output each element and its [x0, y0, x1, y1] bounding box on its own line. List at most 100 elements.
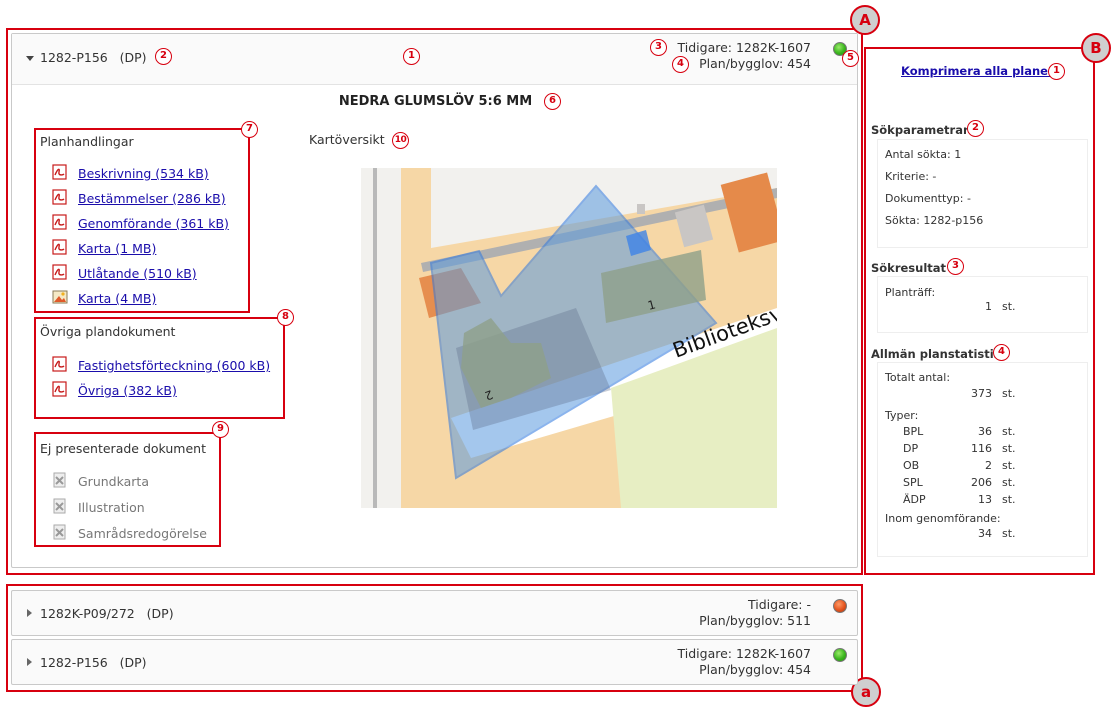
document-label[interactable]: Karta (1 MB) [78, 241, 156, 256]
pdf-icon [52, 356, 68, 375]
search-parameter-line: Antal sökta: 1 [885, 148, 962, 161]
plan-tidigare: Tidigare: 1282K-1607 [677, 646, 811, 661]
plan-map[interactable]: 1 2 Biblioteksvä [361, 168, 777, 508]
expand-chevron-icon[interactable] [27, 609, 32, 617]
document-label[interactable]: Karta (4 MB) [78, 291, 156, 306]
document-label[interactable]: Övriga (382 kB) [78, 383, 177, 398]
type-value: 116 [971, 442, 992, 455]
type-unit: st. [1002, 476, 1016, 489]
document-item[interactable]: Beskrivning (534 kB) [52, 164, 209, 183]
pdf-icon [52, 214, 68, 233]
type-name: DP [903, 442, 919, 455]
status-indicator-icon [833, 648, 847, 662]
type-unit: st. [1002, 493, 1016, 506]
document-item[interactable]: Karta (1 MB) [52, 239, 156, 258]
annotation-10: 10 [392, 132, 409, 149]
plan-tidigare: Tidigare: - [748, 597, 811, 612]
plan-bygglov: Plan/bygglov: 454 [699, 56, 811, 71]
missing-document-icon [52, 498, 68, 517]
planträff-value: 1 [985, 300, 992, 313]
type-unit: st. [1002, 442, 1016, 455]
annotation-6: 6 [544, 93, 561, 110]
map-building-small [637, 204, 645, 214]
document-item: Samrådsredogörelse [52, 524, 207, 543]
document-item: Illustration [52, 498, 145, 517]
collapse-chevron-icon[interactable] [26, 56, 34, 61]
type-value: 206 [971, 476, 992, 489]
missing-document-icon [52, 472, 68, 491]
compress-all-link[interactable]: Komprimera alla planer [901, 64, 1054, 78]
map-road-left [361, 168, 401, 508]
plan-meta: Tidigare: 1282K-1607 Plan/bygglov: 454 [678, 646, 811, 678]
type-value: 13 [978, 493, 992, 506]
plan-meta: Tidigare: 1282K-1607 Plan/bygglov: 454 [678, 40, 811, 72]
document-label[interactable]: Bestämmelser (286 kB) [78, 191, 226, 206]
pdf-icon [52, 189, 68, 208]
plan-code: 1282K-P09/272 (DP) [40, 606, 174, 621]
statistik-title: Allmän planstatistik [871, 347, 1002, 361]
document-label[interactable]: Genomförande (361 kB) [78, 216, 229, 231]
annotation-3: 3 [650, 39, 667, 56]
plan-title: NEDRA GLUMSLÖV 5:6 MM [338, 94, 533, 109]
genomforande-value: 34 [978, 527, 992, 540]
pdf-icon [52, 239, 68, 258]
document-item[interactable]: Utlåtande (510 kB) [52, 264, 197, 283]
annotation-7: 7 [241, 121, 258, 138]
genomforande-unit: st. [1002, 527, 1016, 540]
sokresultat-title: Sökresultat [871, 261, 947, 275]
region-a-badge: A [850, 5, 880, 35]
plan-tidigare: Tidigare: 1282K-1607 [677, 40, 811, 55]
totalt-label: Totalt antal: [885, 371, 951, 384]
type-name: ÄDP [903, 493, 926, 506]
image-icon [52, 289, 68, 308]
type-value: 2 [985, 459, 992, 472]
pdf-icon [52, 164, 68, 183]
search-parameter-line: Sökta: 1282-p156 [885, 214, 984, 227]
plan-code: 1282-P156 (DP) [40, 655, 147, 670]
plan-bygglov: Plan/bygglov: 454 [699, 662, 811, 677]
type-unit: st. [1002, 459, 1016, 472]
document-label: Illustration [78, 500, 145, 515]
type-name: SPL [903, 476, 923, 489]
planträff-label: Planträff: [885, 286, 936, 299]
document-item[interactable]: Fastighetsförteckning (600 kB) [52, 356, 270, 375]
document-label[interactable]: Utlåtande (510 kB) [78, 266, 197, 281]
type-name: BPL [903, 425, 924, 438]
type-unit: st. [1002, 425, 1016, 438]
sokparametrar-title: Sökparametrar [871, 123, 969, 137]
side-annotation-3: 3 [947, 258, 964, 275]
genomforande-label: Inom genomförande: [885, 512, 1001, 525]
document-label: Grundkarta [78, 474, 149, 489]
plan-bygglov: Plan/bygglov: 511 [699, 613, 811, 628]
annotation-8: 8 [277, 309, 294, 326]
annotation-4: 4 [672, 56, 689, 73]
annotation-2: 2 [155, 48, 172, 65]
document-item[interactable]: Karta (4 MB) [52, 289, 156, 308]
document-label: Samrådsredogörelse [78, 526, 207, 541]
plan-meta: Tidigare: - Plan/bygglov: 511 [699, 597, 811, 629]
plan-list-row[interactable]: 1282K-P09/272 (DP) Tidigare: - Plan/bygglo… [11, 590, 858, 636]
plan-header[interactable]: 1282-P156 (DP) Tidigare: 1282K-1607 Plan… [12, 34, 857, 85]
plan-code: 1282-P156 (DP) [40, 50, 147, 65]
side-annotation-4: 4 [993, 344, 1010, 361]
annotation-9: 9 [212, 421, 229, 438]
type-name: OB [903, 459, 920, 472]
planhandlingar-title: Planhandlingar [40, 134, 134, 149]
document-item[interactable]: Övriga (382 kB) [52, 381, 177, 400]
pdf-icon [52, 264, 68, 283]
annotation-1: 1 [403, 48, 420, 65]
expand-chevron-icon[interactable] [27, 658, 32, 666]
region-b-badge: B [1081, 33, 1111, 63]
side-annotation-2: 2 [967, 120, 984, 137]
search-parameter-line: Kriterie: - [885, 170, 937, 183]
missing-document-icon [52, 524, 68, 543]
ovriga-title: Övriga plandokument [40, 324, 176, 339]
document-item[interactable]: Genomförande (361 kB) [52, 214, 229, 233]
planträff-unit: st. [1002, 300, 1016, 313]
document-item[interactable]: Bestämmelser (286 kB) [52, 189, 226, 208]
plan-list-row[interactable]: 1282-P156 (DP) Tidigare: 1282K-1607 Plan/b… [11, 639, 858, 685]
document-label[interactable]: Fastighetsförteckning (600 kB) [78, 358, 270, 373]
totalt-value: 373 [971, 387, 992, 400]
document-label[interactable]: Beskrivning (534 kB) [78, 166, 209, 181]
type-value: 36 [978, 425, 992, 438]
